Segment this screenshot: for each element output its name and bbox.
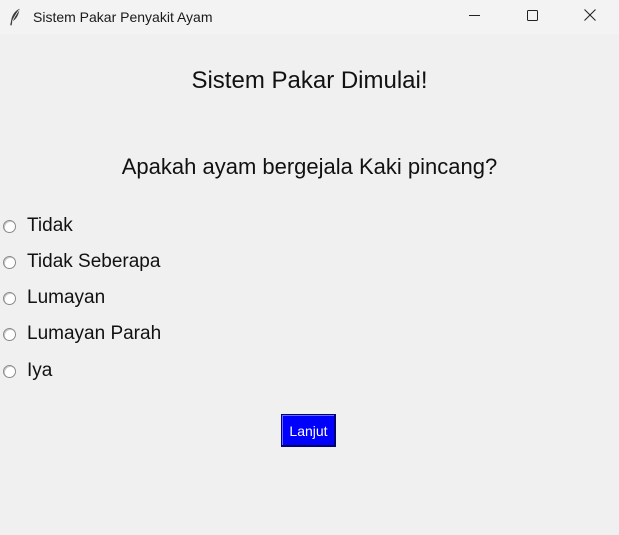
page-title: Sistem Pakar Dimulai! [191, 67, 428, 94]
maximize-icon [526, 8, 538, 26]
minimize-button[interactable] [451, 0, 497, 34]
option-iya[interactable]: Iya [0, 358, 52, 384]
maximize-button[interactable] [509, 0, 555, 34]
feather-icon [9, 8, 21, 26]
minimize-icon [468, 8, 480, 26]
option-label: Tidak [27, 215, 73, 236]
radio-button[interactable] [3, 327, 16, 341]
option-lumayan[interactable]: Lumayan [0, 285, 105, 311]
radio-button[interactable] [3, 255, 16, 269]
option-label: Lumayan Parah [27, 323, 162, 344]
option-label: Iya [27, 360, 53, 381]
window-title: Sistem Pakar Penyakit Ayam [33, 9, 213, 25]
option-tidak-seberapa[interactable]: Tidak Seberapa [0, 249, 160, 275]
main-panel: Sistem Pakar Dimulai! Apakah ayam bergej… [0, 34, 619, 535]
radio-button[interactable] [3, 364, 16, 378]
option-label: Lumayan [27, 287, 106, 308]
app-window: Sistem Pakar Penyakit Ayam Sistem Pakar … [0, 0, 619, 535]
radio-button[interactable] [3, 219, 16, 233]
question-text: Apakah ayam bergejala Kaki pincang? [121, 154, 498, 179]
close-button[interactable] [567, 0, 613, 34]
option-tidak[interactable]: Tidak [0, 213, 73, 239]
radio-button[interactable] [3, 291, 16, 305]
title-bar[interactable]: Sistem Pakar Penyakit Ayam [0, 0, 619, 34]
option-label: Tidak Seberapa [27, 251, 161, 272]
option-lumayan-parah[interactable]: Lumayan Parah [0, 321, 161, 347]
next-button[interactable]: Lanjut [281, 414, 336, 447]
close-icon [584, 8, 596, 26]
